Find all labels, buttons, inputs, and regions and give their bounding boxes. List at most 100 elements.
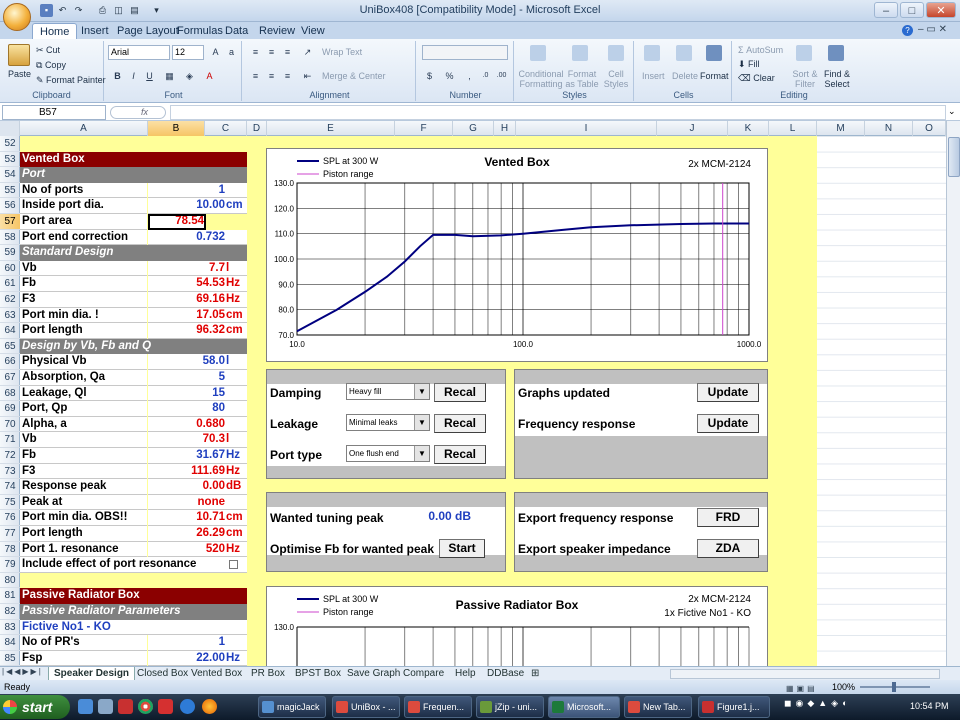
param-value[interactable]: 1 xyxy=(148,635,247,651)
comma-icon[interactable]: , xyxy=(462,69,477,83)
param-value[interactable]: 111.69 Hz xyxy=(148,463,247,480)
formula-input[interactable] xyxy=(170,105,946,120)
find-select-button[interactable]: Find & Select xyxy=(820,69,854,89)
taskbar-item[interactable]: Frequen... xyxy=(404,696,472,718)
column-header[interactable]: C xyxy=(205,121,247,136)
delete-button[interactable]: Delete xyxy=(672,71,698,81)
param-value-selected-cell[interactable]: 78.54cm2 xyxy=(148,214,206,230)
sort-filter-icon[interactable] xyxy=(796,45,812,61)
fx-icon[interactable]: fx xyxy=(110,106,166,119)
maximize-button[interactable]: □ xyxy=(900,2,924,18)
param-value[interactable]: 10.71 cm xyxy=(148,510,247,526)
param-value[interactable]: 58.0 l xyxy=(148,354,247,370)
param-value[interactable]: 80 xyxy=(148,401,247,417)
scroll-thumb[interactable] xyxy=(948,137,960,177)
row-header[interactable]: 69 xyxy=(0,401,20,417)
param-value[interactable]: 10.00 cm xyxy=(148,198,247,214)
param-value[interactable]: 54.53 Hz xyxy=(148,276,247,292)
horizontal-scrollbar[interactable] xyxy=(670,669,940,679)
row-header-selected[interactable]: 57 xyxy=(0,214,20,230)
row-header[interactable]: 74 xyxy=(0,479,20,495)
sheet-tab[interactable]: Help xyxy=(450,667,481,681)
cell-styles-button[interactable]: Cell Styles xyxy=(602,69,630,89)
font-color-icon[interactable]: A xyxy=(202,69,217,83)
close-button[interactable]: ✕ xyxy=(926,2,956,18)
row-header[interactable]: 65 xyxy=(0,339,20,355)
sheet-tab[interactable]: Closed Box xyxy=(132,667,193,681)
conditional-formatting-icon[interactable] xyxy=(530,45,546,61)
paste-icon[interactable] xyxy=(8,44,30,66)
param-value[interactable]: 26.29 cm xyxy=(148,526,247,542)
row-header[interactable]: 70 xyxy=(0,417,20,433)
insert-button[interactable]: Insert xyxy=(642,71,665,81)
wrap-text-button[interactable]: Wrap Text xyxy=(322,47,362,57)
taskbar-item[interactable]: magicJack xyxy=(258,696,326,718)
row-header[interactable]: 58 xyxy=(0,230,20,246)
number-format-combo[interactable] xyxy=(422,45,508,60)
column-header[interactable]: N xyxy=(865,121,913,136)
sheet-tab[interactable]: Vented Box xyxy=(186,667,247,681)
paste-button[interactable]: Paste xyxy=(8,69,31,79)
font-size-combo[interactable]: 12 xyxy=(172,45,204,60)
quicklaunch-icon[interactable] xyxy=(78,699,93,714)
row-header[interactable]: 71 xyxy=(0,432,20,448)
minimize-button[interactable]: – xyxy=(874,2,898,18)
row-header[interactable]: 79 xyxy=(0,557,20,573)
param-value[interactable]: 0.680 xyxy=(148,416,247,433)
sheet-tab[interactable]: BPST Box xyxy=(290,667,346,681)
row-header[interactable]: 54 xyxy=(0,167,20,183)
row-header[interactable]: 60 xyxy=(0,261,20,277)
increase-decimal-icon[interactable]: .0 xyxy=(478,69,493,83)
orientation-icon[interactable]: ↗ xyxy=(300,45,315,59)
system-tray-icons[interactable]: ◼◉◆▲◈◐ xyxy=(784,698,904,716)
sheet-tab[interactable]: Compare xyxy=(398,667,449,681)
firefox-icon[interactable] xyxy=(202,699,217,714)
row-header[interactable]: 80 xyxy=(0,573,20,589)
decrease-indent-icon[interactable]: ⇤ xyxy=(300,69,315,83)
align-middle-icon[interactable]: ≡ xyxy=(264,45,279,59)
chrome-icon[interactable] xyxy=(138,699,153,714)
expand-formula-icon[interactable]: ⌄ xyxy=(948,106,956,117)
param-value[interactable]: 17.05 cm xyxy=(148,307,247,324)
fill-color-icon[interactable]: ◈ xyxy=(182,69,197,83)
row-header[interactable]: 55 xyxy=(0,183,20,199)
format-painter-button[interactable]: ✎ Format Painter xyxy=(36,75,106,86)
optimise-start-button[interactable]: Start xyxy=(439,539,485,558)
frequency-response-update-button[interactable]: Update xyxy=(697,414,759,433)
copy-button[interactable]: ⧉ Copy xyxy=(36,60,66,71)
tab-view[interactable]: View xyxy=(294,23,332,39)
row-header[interactable]: 61 xyxy=(0,276,20,292)
zoom-slider-thumb[interactable] xyxy=(892,682,896,692)
row-header[interactable]: 64 xyxy=(0,323,20,339)
param-value[interactable]: 7.7 l xyxy=(148,260,247,277)
row-header[interactable]: 62 xyxy=(0,292,20,308)
office-button[interactable] xyxy=(3,3,31,31)
damping-dropdown[interactable]: Heavy fill ▼ xyxy=(346,383,430,400)
bold-icon[interactable]: B xyxy=(110,69,125,83)
worksheet-grid[interactable]: Vented Box Port Include effect of port r… xyxy=(20,136,946,666)
damping-recal-button[interactable]: Recal xyxy=(434,383,486,402)
align-left-icon[interactable]: ≡ xyxy=(248,69,263,83)
view-buttons-icon[interactable]: ▦▣▤ xyxy=(786,682,830,693)
graphs-update-button[interactable]: Update xyxy=(697,383,759,402)
ie-icon[interactable] xyxy=(180,699,195,714)
workbook-window-controls[interactable]: – ▭ ✕ xyxy=(918,24,947,35)
align-center-icon[interactable]: ≡ xyxy=(264,69,279,83)
zoom-level[interactable]: 100% xyxy=(832,680,855,694)
row-header[interactable]: 68 xyxy=(0,386,20,402)
row-header[interactable]: 59 xyxy=(0,245,20,261)
row-header[interactable]: 67 xyxy=(0,370,20,386)
column-header[interactable]: K xyxy=(728,121,769,136)
clear-button[interactable]: ⌫ Clear xyxy=(738,73,775,84)
underline-icon[interactable]: U xyxy=(142,69,157,83)
row-header[interactable]: 77 xyxy=(0,526,20,542)
cell-styles-icon[interactable] xyxy=(608,45,624,61)
export-frd-button[interactable]: FRD xyxy=(697,508,759,527)
row-header[interactable]: 81 xyxy=(0,588,20,604)
taskbar-item[interactable]: jZip - uni... xyxy=(476,696,544,718)
column-header[interactable]: L xyxy=(769,121,817,136)
autosum-button[interactable]: Σ AutoSum xyxy=(738,45,783,55)
row-header[interactable]: 78 xyxy=(0,542,20,558)
sheet-tab[interactable]: Speaker Design xyxy=(48,667,136,681)
format-as-table-button[interactable]: Format as Table xyxy=(564,69,600,89)
